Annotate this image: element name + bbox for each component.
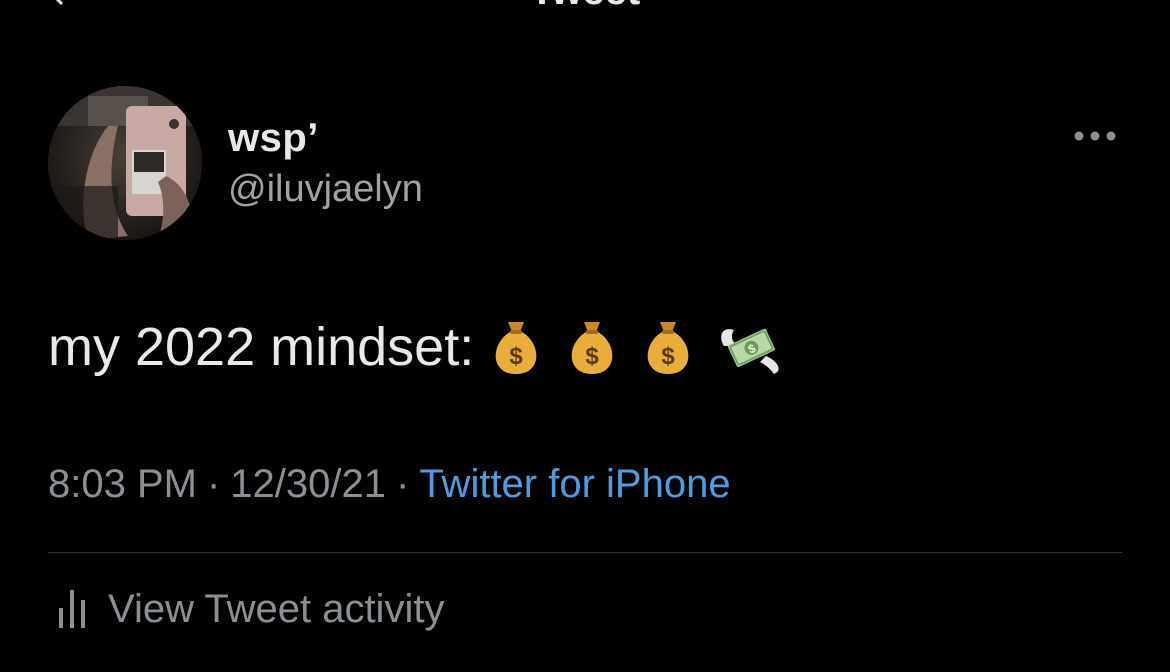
view-tweet-activity-button[interactable]: View Tweet activity: [56, 586, 444, 632]
tweet-text-body: my 2022 mindset:: [48, 317, 475, 377]
more-options-icon[interactable]: [1072, 126, 1118, 146]
top-header: Tweet: [0, 0, 1170, 11]
avatar-photo-icon: [48, 86, 202, 240]
money-bag-icon: $: [647, 322, 689, 374]
tweet-date: 12/30/21: [230, 462, 386, 506]
header-title: Tweet: [0, 0, 1170, 11]
money-with-wings-icon: $: [721, 328, 779, 374]
money-bag-icon: $: [571, 322, 613, 374]
svg-text:$: $: [510, 343, 524, 370]
tweet-source-link[interactable]: Twitter for iPhone: [419, 462, 730, 506]
meta-separator: ·: [206, 462, 221, 506]
tweet-time: 8:03 PM: [48, 462, 197, 506]
bar-chart-icon: [59, 590, 85, 628]
tweet-detail-screen: Tweet wsp’ @iluvjaelyn: [0, 0, 1170, 672]
author-handle[interactable]: @iluvjaelyn: [228, 168, 423, 211]
tweet-text: my 2022 mindset: $ $ $ $: [48, 312, 786, 382]
meta-separator: ·: [396, 462, 410, 506]
money-bag-icon: $: [495, 322, 537, 374]
svg-text:$: $: [662, 343, 676, 370]
svg-text:$: $: [586, 343, 600, 370]
divider: [48, 552, 1122, 553]
view-tweet-activity-label: View Tweet activity: [108, 586, 445, 631]
author-display-name[interactable]: wsp’: [228, 116, 319, 161]
avatar[interactable]: [48, 86, 202, 240]
tweet-meta: 8:03 PM · 12/30/21 · Twitter for iPhone: [48, 462, 731, 507]
